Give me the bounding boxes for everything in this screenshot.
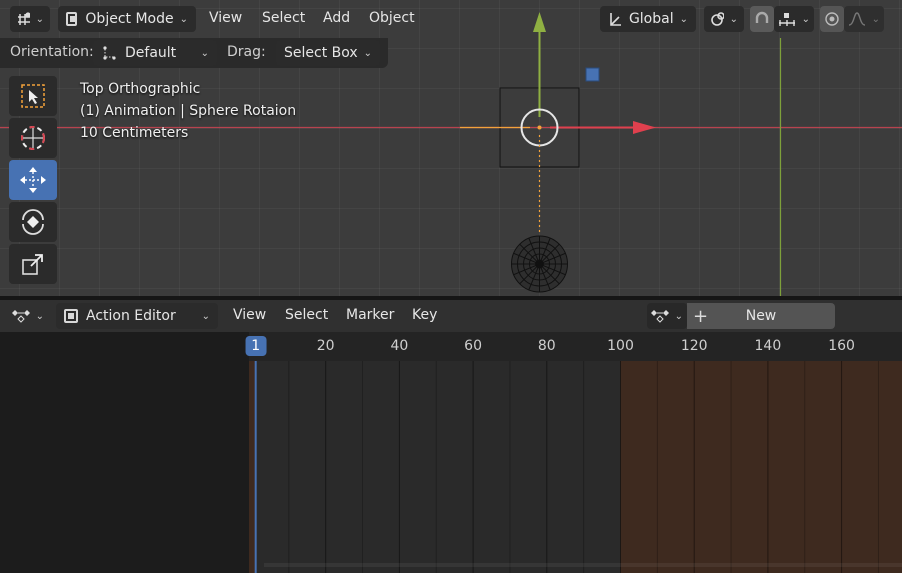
grid-icon <box>18 12 30 25</box>
grid-scale: 10 Centimeters <box>80 125 189 141</box>
ruler-spacer <box>0 332 249 361</box>
chevron-down-icon: ⌄ <box>35 310 44 322</box>
new-action-button[interactable]: + New <box>687 303 835 329</box>
tool-rotate[interactable] <box>9 202 57 242</box>
orientation-label: Orientation: <box>10 44 94 60</box>
object-origin <box>537 125 542 130</box>
view-name: Top Orthographic <box>80 81 201 97</box>
orientation-value: Default <box>125 45 177 61</box>
tool-cursor[interactable] <box>9 118 57 158</box>
menu-select[interactable]: Select <box>285 307 328 323</box>
ruler-tick-label: 140 <box>754 338 782 354</box>
sphere-mesh <box>511 235 568 293</box>
gizmo-plane-handle <box>585 67 600 82</box>
drag-label: Drag: <box>227 44 266 60</box>
chevron-down-icon: ⌄ <box>801 13 810 25</box>
horizontal-scrollbar <box>264 563 902 567</box>
magnet-icon <box>755 11 769 23</box>
action-editor-main[interactable]: 20 40 60 80 100 120 140 160 1 <box>0 332 902 573</box>
3d-viewport[interactable]: ⌄ Object Mode ⌄ View Select Add Object G… <box>0 0 902 296</box>
tool-scale[interactable] <box>9 244 57 284</box>
ruler-tick-label: 40 <box>390 338 409 354</box>
viewport-overlay-text: Top Orthographic (1) Animation | Sphere … <box>80 78 296 144</box>
menu-view[interactable]: View <box>209 10 242 26</box>
chevron-down-icon: ⌄ <box>179 13 188 25</box>
snap-target-dropdown[interactable]: ⌄ <box>774 6 814 32</box>
ruler-tick-label: 20 <box>316 338 335 354</box>
pivot-link-icon <box>711 12 724 26</box>
falloff-dropdown[interactable]: ⌄ <box>844 6 884 32</box>
drag-value: Select Box <box>284 45 358 61</box>
dopesheet-icon <box>12 310 30 323</box>
collection-info: (1) Animation | Sphere Rotaion <box>80 103 297 119</box>
keyframe-region[interactable] <box>0 332 902 573</box>
chevron-down-icon: ⌄ <box>674 310 683 322</box>
menu-view[interactable]: View <box>233 307 266 323</box>
snap-increment-icon <box>779 13 795 26</box>
action-editor-icon <box>64 309 78 323</box>
transform-orientation-dropdown[interactable]: Global ⌄ <box>600 6 696 32</box>
ruler-tick-label: 120 <box>680 338 708 354</box>
chevron-down-icon: ⌄ <box>679 13 688 25</box>
action-editor-header: ⌄ Action Editor ⌄ View Select Marker Key… <box>0 300 902 332</box>
pivot-point-dropdown[interactable]: ⌄ <box>704 6 744 32</box>
proportional-edit-toggle[interactable] <box>820 6 844 32</box>
tool-move[interactable] <box>9 160 57 200</box>
move-icon <box>20 167 46 193</box>
ruler-tick-label: 100 <box>607 338 634 354</box>
scale-icon <box>22 254 43 275</box>
frame-range-area <box>255 361 621 573</box>
frame-ruler[interactable]: 20 40 60 80 100 120 140 160 1 <box>245 332 902 361</box>
ruler-tick-label: 80 <box>537 338 556 354</box>
orientation-dropdown[interactable]: Default ⌄ <box>93 40 217 66</box>
chevron-down-icon: ⌄ <box>729 13 738 25</box>
orientation-label: Global <box>628 11 674 27</box>
current-frame-badge[interactable]: 1 <box>245 336 267 356</box>
snap-toggle[interactable] <box>750 6 774 32</box>
drag-dropdown[interactable]: Select Box ⌄ <box>276 40 380 66</box>
rotate-icon <box>22 209 44 235</box>
plus-icon: + <box>693 305 709 327</box>
action-icon <box>651 310 669 323</box>
menu-add[interactable]: Add <box>323 10 350 26</box>
cursor-icon <box>21 126 45 150</box>
menu-key[interactable]: Key <box>412 307 437 323</box>
menu-object[interactable]: Object <box>369 10 415 26</box>
ruler-tick-label: 60 <box>464 338 483 354</box>
chevron-down-icon: ⌄ <box>35 13 44 25</box>
post-range-shade <box>620 361 902 573</box>
menu-select[interactable]: Select <box>262 10 305 26</box>
chevron-down-icon: ⌄ <box>871 13 880 25</box>
menu-marker[interactable]: Marker <box>346 307 394 323</box>
editor-mode-dropdown[interactable]: Action Editor ⌄ <box>56 303 218 329</box>
orientation-gizmo-icon <box>103 46 116 60</box>
editor-mode-label: Action Editor <box>86 308 176 324</box>
select-box-icon <box>21 84 45 108</box>
tool-shelf <box>9 76 59 286</box>
chevron-down-icon: ⌄ <box>201 310 210 322</box>
browse-action-dropdown[interactable]: ⌄ <box>647 303 687 329</box>
tool-select-box[interactable] <box>9 76 57 116</box>
editor-type-button[interactable]: ⌄ <box>10 6 50 32</box>
gizmo-x-arrow <box>633 121 656 134</box>
proportional-edit-icon <box>825 12 839 26</box>
ruler-tick-label: 160 <box>828 338 855 354</box>
orientation-axes-icon <box>610 13 621 26</box>
falloff-curve-icon <box>848 12 866 26</box>
mode-label: Object Mode <box>85 11 174 27</box>
tool-settings-bar: Orientation: Default ⌄ Drag: Select Box … <box>0 38 388 68</box>
mode-dropdown[interactable]: Object Mode ⌄ <box>58 6 196 32</box>
object-mode-icon <box>66 12 78 26</box>
chevron-down-icon: ⌄ <box>363 47 372 59</box>
gizmo-y-arrow <box>533 12 546 32</box>
chevron-down-icon: ⌄ <box>200 47 209 59</box>
editor-type-button[interactable]: ⌄ <box>8 303 48 329</box>
new-action-label: New <box>745 308 777 324</box>
pre-range-shade <box>249 361 256 573</box>
